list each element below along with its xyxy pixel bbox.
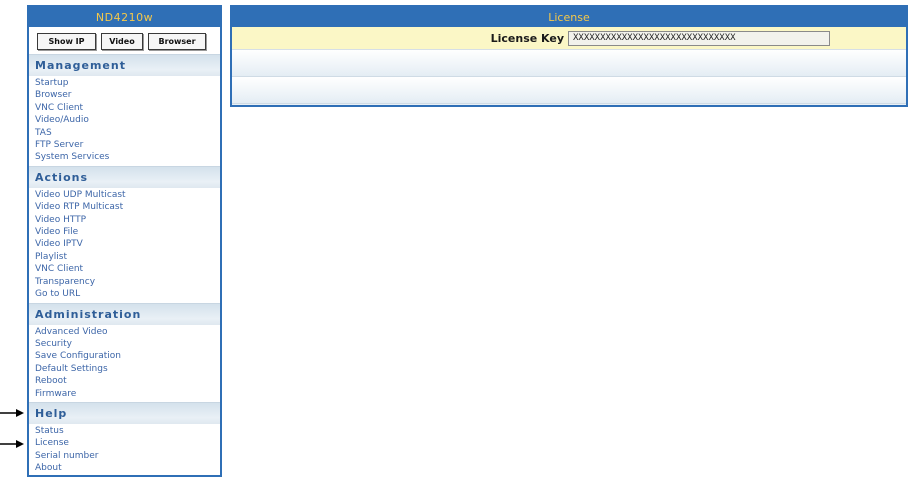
annotation-arrow-license	[0, 440, 24, 448]
license-key-input[interactable]	[568, 30, 830, 46]
menu-item-playlist[interactable]: Playlist	[35, 251, 220, 263]
section-header-management: Management	[29, 54, 220, 76]
show-ip-button[interactable]: Show IP	[37, 33, 96, 50]
sidebar: ND4210w Show IP Video Browser Management…	[27, 5, 222, 477]
menu-item-video-iptv[interactable]: Video IPTV	[35, 238, 220, 250]
quick-buttons: Show IP Video Browser	[29, 27, 220, 54]
section-header-help: Help	[29, 401, 220, 424]
panel-row-blank-1	[232, 50, 906, 77]
menu-item-tas[interactable]: TAS	[35, 127, 220, 139]
browser-button[interactable]: Browser	[148, 33, 206, 50]
menu-item-default-settings[interactable]: Default Settings	[35, 363, 220, 375]
actions-menu: Video UDP Multicast Video RTP Multicast …	[29, 188, 220, 303]
menu-item-reboot[interactable]: Reboot	[35, 375, 220, 387]
menu-item-transparency[interactable]: Transparency	[35, 276, 220, 288]
menu-item-security[interactable]: Security	[35, 338, 220, 350]
menu-item-browser[interactable]: Browser	[35, 89, 220, 101]
menu-item-save-configuration[interactable]: Save Configuration	[35, 350, 220, 362]
menu-item-status[interactable]: Status	[35, 425, 220, 437]
menu-item-startup[interactable]: Startup	[35, 77, 220, 89]
license-panel: License License Key	[230, 5, 908, 107]
menu-item-vnc-client-action[interactable]: VNC Client	[35, 263, 220, 275]
video-button[interactable]: Video	[101, 33, 143, 50]
menu-item-video-rtp-multicast[interactable]: Video RTP Multicast	[35, 201, 220, 213]
management-menu: Startup Browser VNC Client Video/Audio T…	[29, 76, 220, 166]
panel-title: License	[232, 7, 906, 27]
section-header-actions: Actions	[29, 165, 220, 188]
device-name: ND4210w	[29, 7, 220, 27]
menu-item-system-services[interactable]: System Services	[35, 151, 220, 163]
menu-item-firmware[interactable]: Firmware	[35, 388, 220, 400]
menu-item-video-udp-multicast[interactable]: Video UDP Multicast	[35, 189, 220, 201]
annotation-arrow-help	[0, 409, 24, 417]
menu-item-video-audio[interactable]: Video/Audio	[35, 114, 220, 126]
menu-item-serial-number[interactable]: Serial number	[35, 450, 220, 462]
help-menu: Status License Serial number About	[29, 424, 220, 477]
menu-item-ftp-server[interactable]: FTP Server	[35, 139, 220, 151]
license-key-label: License Key	[490, 31, 564, 45]
menu-item-advanced-video[interactable]: Advanced Video	[35, 326, 220, 338]
menu-item-vnc-client[interactable]: VNC Client	[35, 102, 220, 114]
menu-item-video-http[interactable]: Video HTTP	[35, 214, 220, 226]
section-header-administration: Administration	[29, 302, 220, 325]
administration-menu: Advanced Video Security Save Configurati…	[29, 325, 220, 402]
menu-item-video-file[interactable]: Video File	[35, 226, 220, 238]
license-key-row: License Key	[232, 27, 906, 50]
panel-row-blank-2	[232, 77, 906, 104]
menu-item-license[interactable]: License	[35, 437, 220, 449]
menu-item-go-to-url[interactable]: Go to URL	[35, 288, 220, 300]
menu-item-about[interactable]: About	[35, 462, 220, 474]
